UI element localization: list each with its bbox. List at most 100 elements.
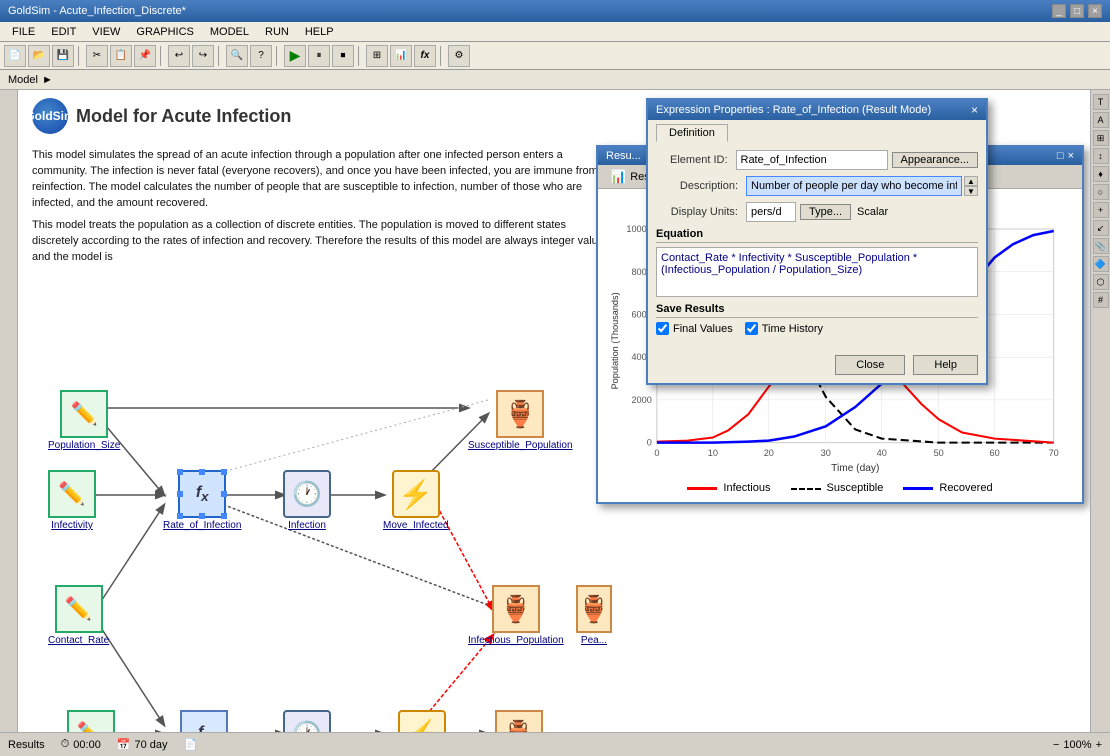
infection-label[interactable]: Infection: [288, 520, 326, 531]
final-values-checkbox[interactable]: [656, 322, 669, 335]
rs-btn-7[interactable]: +: [1093, 202, 1109, 218]
recover-icon[interactable]: 🕐: [283, 710, 331, 732]
element-id-input[interactable]: [736, 150, 888, 170]
menu-graphics[interactable]: GRAPHICS: [128, 22, 201, 41]
close-button[interactable]: Close: [835, 355, 905, 375]
rs-btn-2[interactable]: A: [1093, 112, 1109, 128]
minimize-btn[interactable]: _: [1052, 4, 1066, 18]
tb-undo[interactable]: ↩: [168, 45, 190, 67]
rs-btn-11[interactable]: ⬡: [1093, 274, 1109, 290]
menu-file[interactable]: FILE: [4, 22, 43, 41]
move-infected-label[interactable]: Move_Infected: [383, 520, 449, 531]
population-size-icon[interactable]: ✏️: [60, 390, 108, 438]
susceptible-pop-icon[interactable]: 🏺: [496, 390, 544, 438]
move-infected-icon[interactable]: ⚡: [392, 470, 440, 518]
type-btn[interactable]: Type...: [800, 204, 851, 220]
tb-pause[interactable]: ⏸: [308, 45, 330, 67]
infectivity-duration-icon[interactable]: ✏️: [67, 710, 115, 732]
node-move-recovered[interactable]: ⚡ Move_Recovered: [383, 710, 461, 732]
display-units-input[interactable]: [746, 202, 796, 222]
tb-help[interactable]: ?: [250, 45, 272, 67]
zoom-out-btn[interactable]: −: [1053, 739, 1059, 751]
recovered-pop-icon[interactable]: 🏺: [495, 710, 543, 732]
desc-scroll-down[interactable]: ▼: [964, 186, 978, 196]
infectious-pop-icon[interactable]: 🏺: [492, 585, 540, 633]
expr-dialog-title[interactable]: Expression Properties : Rate_of_Infectio…: [648, 100, 986, 120]
results-close[interactable]: ×: [1068, 150, 1074, 162]
tb-redo[interactable]: ↪: [192, 45, 214, 67]
time-history-checkbox[interactable]: [745, 322, 758, 335]
results-restore[interactable]: □: [1057, 150, 1064, 162]
node-infectious-pop[interactable]: 🏺 Infectious_Population: [468, 585, 564, 646]
results-controls[interactable]: □ ×: [1057, 150, 1074, 162]
tb-run[interactable]: ▶: [284, 45, 306, 67]
rs-btn-9[interactable]: 📎: [1093, 238, 1109, 254]
equation-box[interactable]: Contact_Rate * Infectivity * Susceptible…: [656, 247, 978, 297]
susceptible-pop-label[interactable]: Susceptible_Population: [468, 440, 573, 451]
expr-dialog-close[interactable]: ×: [971, 103, 978, 117]
rs-btn-1[interactable]: T: [1093, 94, 1109, 110]
menu-model[interactable]: MODEL: [202, 22, 257, 41]
contact-rate-label[interactable]: Contact_Rate: [48, 635, 109, 646]
appearance-btn[interactable]: Appearance...: [892, 152, 979, 168]
move-recovered-icon[interactable]: ⚡: [398, 710, 446, 732]
tb-grid[interactable]: ⊞: [366, 45, 388, 67]
canvas-area[interactable]: GoldSim Model for Acute Infection This m…: [18, 90, 1090, 732]
node-infection[interactable]: 🕐 Infection: [283, 470, 331, 531]
node-recovered-pop[interactable]: 🏺 Recovered_Population: [468, 710, 569, 732]
infectivity-icon[interactable]: ✏️: [48, 470, 96, 518]
menu-help[interactable]: HELP: [297, 22, 342, 41]
definition-tab[interactable]: Definition: [656, 124, 728, 142]
tb-copy[interactable]: 📋: [110, 45, 132, 67]
node-contact-rate[interactable]: ✏️ Contact_Rate: [48, 585, 109, 646]
zoom-in-btn[interactable]: +: [1096, 739, 1102, 751]
tb-stop[interactable]: ⏹: [332, 45, 354, 67]
tb-save[interactable]: 💾: [52, 45, 74, 67]
infectivity-label[interactable]: Infectivity: [51, 520, 93, 531]
rs-btn-5[interactable]: ♦: [1093, 166, 1109, 182]
tb-find[interactable]: 🔍: [226, 45, 248, 67]
node-rate-of-recovery[interactable]: fx Rate_of_Recovery: [163, 710, 246, 732]
tb-expr[interactable]: fx: [414, 45, 436, 67]
tb-table[interactable]: 📊: [390, 45, 412, 67]
rate-of-infection-icon[interactable]: fx: [178, 470, 226, 518]
maximize-btn[interactable]: □: [1070, 4, 1084, 18]
node-rate-of-infection[interactable]: fx Rate_of_Infection: [163, 470, 241, 531]
final-values-check[interactable]: Final Values: [656, 322, 733, 335]
desc-scroll-up[interactable]: ▲: [964, 176, 978, 186]
help-button[interactable]: Help: [913, 355, 978, 375]
peak-label[interactable]: Pea...: [581, 635, 607, 646]
node-infectivity-duration[interactable]: ✏️ Infectivity_Duration: [48, 710, 133, 732]
infectious-pop-label[interactable]: Infectious_Population: [468, 635, 564, 646]
rs-btn-4[interactable]: ↕: [1093, 148, 1109, 164]
rs-btn-3[interactable]: ⊞: [1093, 130, 1109, 146]
node-infectivity[interactable]: ✏️ Infectivity: [48, 470, 96, 531]
menu-view[interactable]: VIEW: [84, 22, 128, 41]
node-susceptible-pop[interactable]: 🏺 Susceptible_Population: [468, 390, 573, 451]
tb-open[interactable]: 📂: [28, 45, 50, 67]
tb-new[interactable]: 📄: [4, 45, 26, 67]
time-history-check[interactable]: Time History: [745, 322, 823, 335]
nav-model[interactable]: Model: [8, 74, 38, 86]
tb-settings[interactable]: ⚙: [448, 45, 470, 67]
rs-btn-12[interactable]: #: [1093, 292, 1109, 308]
node-recover[interactable]: 🕐 Recover: [283, 710, 331, 732]
description-input[interactable]: [746, 176, 962, 196]
node-population-size[interactable]: ✏️ Population_Size: [48, 390, 120, 451]
population-size-label[interactable]: Population_Size: [48, 440, 120, 451]
node-peak[interactable]: 🏺 Pea...: [576, 585, 612, 646]
menu-run[interactable]: RUN: [257, 22, 297, 41]
infection-icon[interactable]: 🕐: [283, 470, 331, 518]
rs-btn-10[interactable]: 🔷: [1093, 256, 1109, 272]
rate-of-recovery-icon[interactable]: fx: [180, 710, 228, 732]
tb-cut[interactable]: ✂: [86, 45, 108, 67]
rs-btn-8[interactable]: ↙: [1093, 220, 1109, 236]
tb-paste[interactable]: 📌: [134, 45, 156, 67]
contact-rate-icon[interactable]: ✏️: [55, 585, 103, 633]
node-move-infected[interactable]: ⚡ Move_Infected: [383, 470, 449, 531]
peak-icon[interactable]: 🏺: [576, 585, 612, 633]
menu-edit[interactable]: EDIT: [43, 22, 84, 41]
window-controls[interactable]: _ □ ×: [1052, 4, 1102, 18]
rs-btn-6[interactable]: ○: [1093, 184, 1109, 200]
close-btn[interactable]: ×: [1088, 4, 1102, 18]
